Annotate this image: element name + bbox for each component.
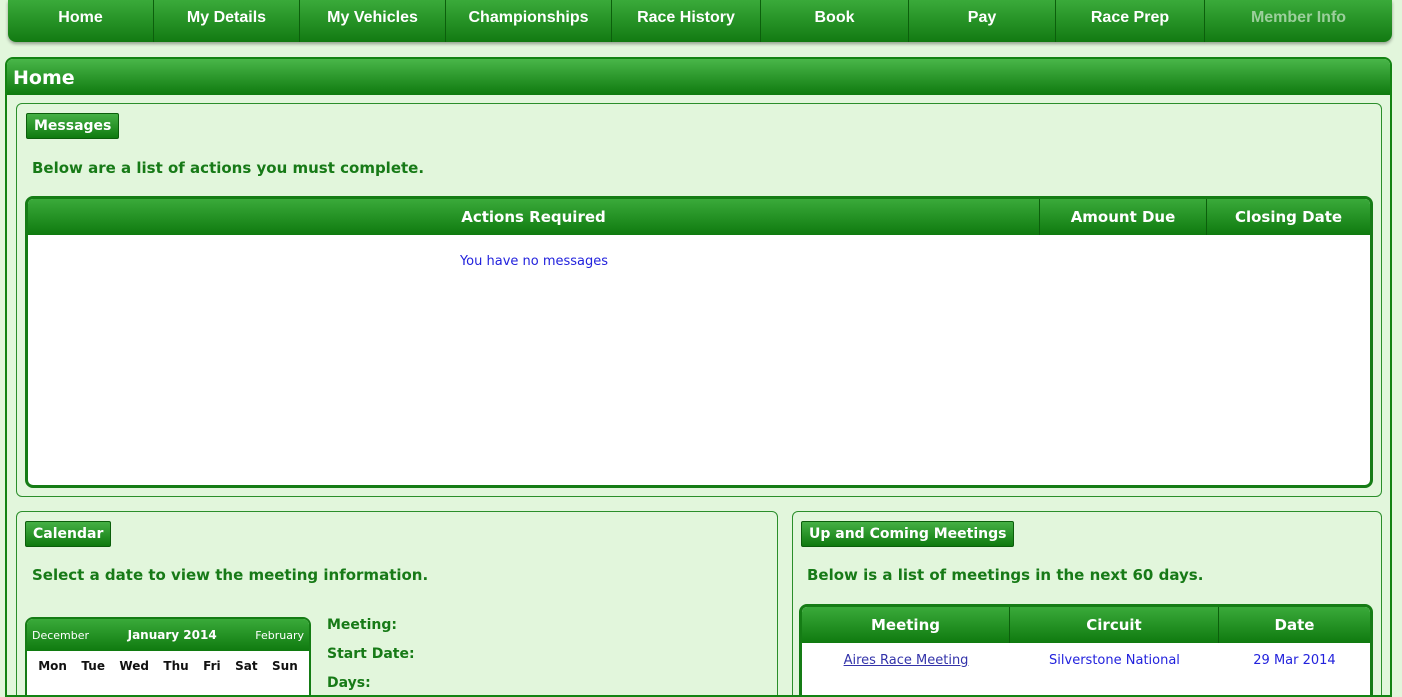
days-label: Days: bbox=[327, 675, 371, 691]
day-tue: Tue bbox=[81, 659, 105, 673]
messages-tag: Messages bbox=[26, 113, 120, 139]
calendar-tag: Calendar bbox=[25, 521, 112, 547]
main-nav: Home My Details My Vehicles Championship… bbox=[8, 0, 1392, 42]
actions-table: Actions Required Amount Due Closing Date… bbox=[25, 196, 1373, 488]
meetings-table: Meeting Circuit Date Aires Race Meeting … bbox=[799, 604, 1373, 695]
meeting-label: Meeting: bbox=[327, 617, 397, 633]
day-sun: Sun bbox=[272, 659, 298, 673]
nav-race-prep[interactable]: Race Prep bbox=[1056, 0, 1205, 42]
home-panel: Home Messages Below are a list of action… bbox=[5, 57, 1392, 697]
meeting-link[interactable]: Aires Race Meeting bbox=[844, 653, 969, 668]
calendar-widget: December January 2014 February Mon Tue W… bbox=[25, 617, 311, 695]
meeting-date: 29 Mar 2014 bbox=[1253, 652, 1336, 668]
meetings-box: Up and Coming Meetings Below is a list o… bbox=[792, 511, 1382, 695]
nav-race-history[interactable]: Race History bbox=[612, 0, 761, 42]
calendar-header: December January 2014 February bbox=[27, 619, 309, 651]
col-circuit: Circuit bbox=[1010, 607, 1219, 643]
table-row: Aires Race Meeting Silverstone National … bbox=[802, 643, 1370, 677]
meetings-table-header: Meeting Circuit Date bbox=[802, 607, 1370, 643]
day-sat: Sat bbox=[235, 659, 258, 673]
nav-member-info[interactable]: Member Info bbox=[1205, 0, 1392, 42]
meeting-circuit: Silverstone National bbox=[1049, 652, 1180, 668]
calendar-month-title: January 2014 bbox=[127, 628, 217, 642]
actions-table-header: Actions Required Amount Due Closing Date bbox=[28, 199, 1370, 235]
day-fri: Fri bbox=[203, 659, 221, 673]
prev-month-link[interactable]: December bbox=[32, 629, 89, 642]
day-mon: Mon bbox=[38, 659, 67, 673]
page-title: Home bbox=[7, 59, 1390, 95]
messages-box: Messages Below are a list of actions you… bbox=[16, 103, 1382, 497]
nav-book[interactable]: Book bbox=[761, 0, 909, 42]
day-wed: Wed bbox=[119, 659, 149, 673]
next-month-link[interactable]: February bbox=[255, 629, 304, 642]
start-date-label: Start Date: bbox=[327, 646, 415, 662]
nav-my-details[interactable]: My Details bbox=[154, 0, 300, 42]
col-meeting: Meeting bbox=[802, 607, 1010, 643]
meeting-info-labels: Meeting: Start Date: Days: bbox=[327, 617, 415, 695]
col-closing-date: Closing Date bbox=[1234, 208, 1343, 226]
nav-pay[interactable]: Pay bbox=[909, 0, 1056, 42]
calendar-box: Calendar Select a date to view the meeti… bbox=[16, 511, 778, 695]
day-thu: Thu bbox=[163, 659, 189, 673]
col-amount-due: Amount Due bbox=[1040, 199, 1207, 235]
nav-my-vehicles[interactable]: My Vehicles bbox=[300, 0, 446, 42]
messages-description: Below are a list of actions you must com… bbox=[32, 159, 425, 177]
calendar-description: Select a date to view the meeting inform… bbox=[32, 566, 429, 584]
no-messages-text: You have no messages bbox=[459, 254, 609, 269]
meetings-tag: Up and Coming Meetings bbox=[801, 521, 1015, 547]
calendar-day-headers: Mon Tue Wed Thu Fri Sat Sun bbox=[27, 651, 309, 673]
nav-home[interactable]: Home bbox=[8, 0, 154, 42]
nav-championships[interactable]: Championships bbox=[446, 0, 612, 42]
col-actions-required: Actions Required bbox=[28, 199, 1040, 235]
meetings-description: Below is a list of meetings in the next … bbox=[807, 566, 1204, 584]
col-date: Date bbox=[1274, 616, 1315, 634]
